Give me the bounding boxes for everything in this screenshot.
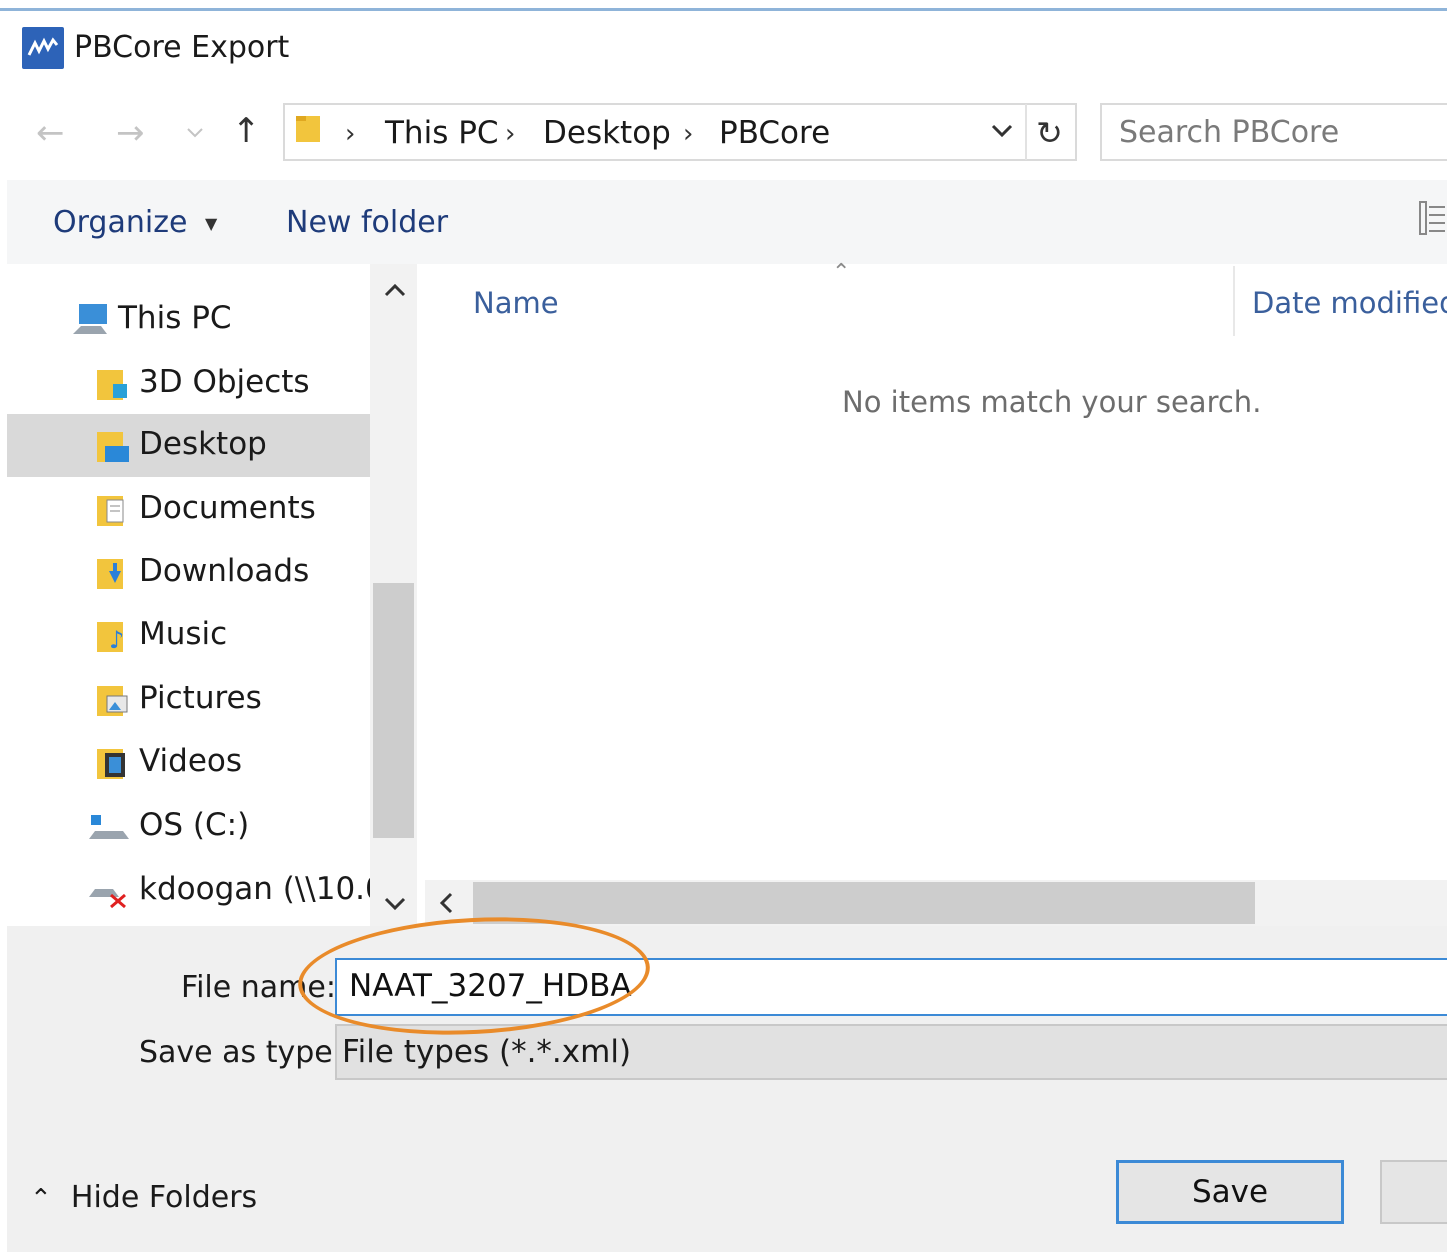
nav-item-3d-objects[interactable]: 3D Objects bbox=[7, 352, 370, 415]
nav-label-kdoogan: kdoogan (\\10.0 bbox=[139, 871, 370, 907]
videos-folder-icon bbox=[95, 745, 131, 781]
address-divider bbox=[1025, 104, 1027, 160]
svg-text:♪: ♪ bbox=[109, 626, 124, 654]
sort-ascending-chevron-icon: ⌃ bbox=[832, 260, 851, 285]
column-header-name[interactable]: Name bbox=[473, 286, 559, 320]
nav-label-3d-objects: 3D Objects bbox=[139, 364, 310, 400]
nav-label-pictures: Pictures bbox=[139, 680, 262, 716]
save-button[interactable]: Save bbox=[1116, 1160, 1344, 1224]
breadcrumb-this-pc[interactable]: This PC bbox=[385, 115, 499, 151]
save-as-type-label: Save as type: bbox=[139, 1035, 343, 1070]
organize-label: Organize bbox=[53, 205, 188, 240]
refresh-icon[interactable]: ↻ bbox=[1036, 114, 1063, 152]
cancel-button[interactable] bbox=[1380, 1160, 1447, 1224]
scroll-left-chevron-icon[interactable] bbox=[438, 892, 454, 918]
nav-label-desktop: Desktop bbox=[139, 426, 267, 462]
breadcrumb-pbcore[interactable]: PBCore bbox=[719, 115, 830, 151]
view-options-icon[interactable] bbox=[1418, 198, 1447, 238]
back-arrow-icon[interactable]: ← bbox=[36, 116, 65, 150]
hide-folders-button[interactable]: ⌃ Hide Folders bbox=[30, 1180, 257, 1215]
chevron-up-icon: ⌃ bbox=[30, 1184, 52, 1214]
command-bar bbox=[7, 180, 1447, 264]
nav-item-downloads[interactable]: Downloads bbox=[7, 541, 370, 604]
save-as-type-value[interactable]: File types (*.*.xml) bbox=[342, 1034, 631, 1070]
breadcrumb-separator-icon: › bbox=[345, 119, 356, 149]
nav-pane-scrollbar-thumb[interactable] bbox=[373, 583, 414, 838]
nav-label-documents: Documents bbox=[139, 490, 316, 526]
desktop-folder-icon bbox=[95, 428, 131, 464]
organize-button[interactable]: Organize ▼ bbox=[53, 205, 217, 240]
pictures-folder-icon bbox=[95, 682, 131, 718]
computer-icon bbox=[71, 302, 107, 338]
drive-icon bbox=[87, 809, 129, 845]
breadcrumb-desktop[interactable]: Desktop bbox=[543, 115, 671, 151]
column-divider[interactable] bbox=[1233, 266, 1235, 336]
search-input[interactable]: Search PBCore bbox=[1119, 115, 1339, 150]
app-logo-icon bbox=[22, 27, 64, 69]
breadcrumb-separator-icon: › bbox=[505, 119, 516, 149]
nav-item-videos[interactable]: Videos bbox=[7, 731, 370, 794]
window-title: PBCore Export bbox=[74, 30, 290, 65]
organize-dropdown-icon: ▼ bbox=[204, 214, 218, 233]
documents-folder-icon bbox=[95, 492, 131, 528]
nav-label-downloads: Downloads bbox=[139, 553, 310, 589]
breadcrumb-separator-icon: › bbox=[683, 119, 694, 149]
nav-item-documents[interactable]: Documents bbox=[7, 478, 370, 541]
horizontal-scrollbar-thumb[interactable] bbox=[473, 882, 1255, 924]
new-folder-button[interactable]: New folder bbox=[286, 205, 448, 240]
nav-label-music: Music bbox=[139, 616, 228, 652]
nav-item-desktop[interactable]: Desktop bbox=[7, 414, 370, 477]
disconnected-network-drive-icon bbox=[87, 873, 126, 909]
3d-objects-icon bbox=[95, 366, 131, 402]
empty-list-message: No items match your search. bbox=[842, 385, 1262, 419]
nav-label-os-c: OS (C:) bbox=[139, 807, 250, 843]
nav-item-music[interactable]: ♪ Music bbox=[7, 604, 370, 667]
folder-icon bbox=[295, 113, 321, 143]
scroll-up-chevron-icon[interactable] bbox=[384, 282, 406, 302]
scroll-down-chevron-icon[interactable] bbox=[384, 896, 406, 916]
forward-arrow-icon[interactable]: → bbox=[116, 116, 145, 150]
window-top-border bbox=[0, 8, 1447, 11]
nav-item-pictures[interactable]: Pictures bbox=[7, 668, 370, 731]
nav-label-videos: Videos bbox=[139, 743, 243, 779]
recent-locations-chevron-icon[interactable] bbox=[186, 124, 204, 143]
navigation-pane: This PC 3D Objects Desktop Documents Dow… bbox=[7, 264, 370, 926]
column-header-date-modified[interactable]: Date modified bbox=[1252, 286, 1447, 320]
nav-item-kdoogan[interactable]: kdoogan (\\10.0 bbox=[7, 859, 370, 922]
hide-folders-label: Hide Folders bbox=[70, 1180, 258, 1215]
downloads-folder-icon bbox=[95, 555, 131, 591]
nav-label-this-pc: This PC bbox=[118, 300, 232, 336]
address-dropdown-chevron-icon[interactable] bbox=[990, 122, 1014, 140]
up-arrow-icon[interactable]: ↑ bbox=[232, 114, 261, 148]
nav-item-this-pc[interactable]: This PC bbox=[7, 288, 370, 351]
music-folder-icon: ♪ bbox=[95, 618, 131, 654]
nav-item-os-c[interactable]: OS (C:) bbox=[7, 795, 370, 858]
